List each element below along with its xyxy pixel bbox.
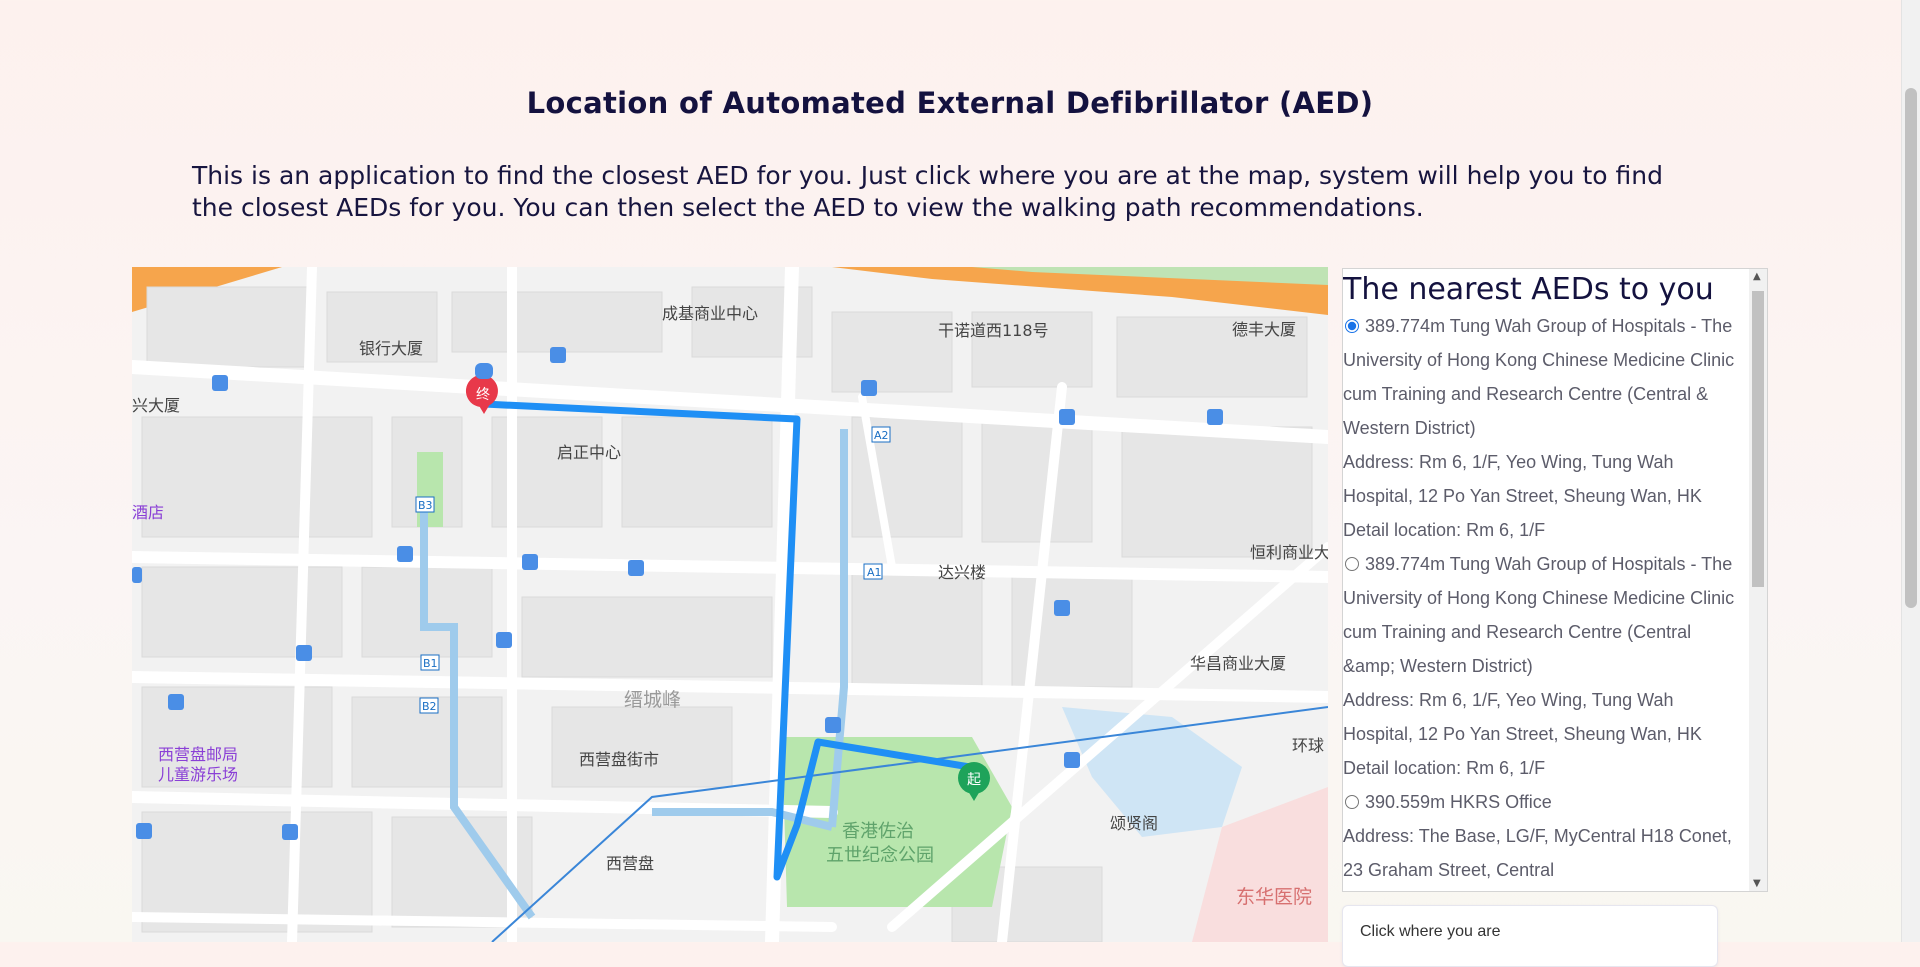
aed-list-item[interactable]: 389.774m Tung Wah Group of Hospitals - T… (1343, 309, 1747, 547)
aed-radio[interactable] (1345, 557, 1359, 571)
aed-address: Address: The Base, LG/F, MyCentral H18 C… (1343, 826, 1732, 880)
aed-list-item[interactable]: 389.774m Tung Wah Group of Hospitals - T… (1343, 547, 1747, 785)
svg-text:起: 起 (967, 772, 981, 788)
map-label: 成基商业中心 (662, 304, 758, 323)
map-label: 兴大厦 (132, 396, 180, 415)
panel-scrollbar-thumb[interactable] (1752, 291, 1764, 587)
map-label: 香港佐治 (842, 821, 914, 842)
page-scrollbar[interactable] (1901, 0, 1920, 942)
nearest-aed-panel[interactable]: The nearest AEDs to you 389.774m Tung Wa… (1342, 268, 1768, 892)
svg-text:A1: A1 (867, 566, 882, 579)
map-label: 干诺道西118号 (938, 321, 1049, 340)
aed-address: Address: Rm 6, 1/F, Yeo Wing, Tung Wah H… (1343, 690, 1702, 744)
aed-radio[interactable] (1345, 319, 1359, 333)
aed-title: 389.774m Tung Wah Group of Hospitals - T… (1343, 554, 1735, 676)
svg-text:B2: B2 (422, 700, 437, 713)
map-label: 启正中心 (557, 443, 621, 462)
aed-address: Address: Rm 6, 1/F, Yeo Wing, Tung Wah H… (1343, 452, 1702, 506)
map-label: 酒店 (132, 503, 164, 522)
svg-text:B1: B1 (423, 657, 438, 670)
aed-list[interactable]: The nearest AEDs to you 389.774m Tung Wa… (1343, 269, 1747, 887)
click-location-label: Click where you are (1360, 923, 1501, 940)
map-label: 西营盘 (606, 854, 654, 873)
map-label: 儿童游乐场 (158, 765, 238, 784)
aed-radio[interactable] (1345, 795, 1359, 809)
panel-scrollbar[interactable]: ▲ ▼ (1749, 269, 1767, 891)
aed-title: 390.559m HKRS Office (1365, 792, 1552, 812)
map-label: 银行大厦 (359, 339, 423, 358)
map-label: 颂贤阁 (1110, 814, 1158, 833)
svg-text:A2: A2 (874, 429, 889, 442)
map-label: 恒利商业大 (1250, 543, 1328, 562)
map-label: 缙城峰 (624, 689, 681, 711)
map-label: 西营盘邮局 (158, 745, 238, 764)
scroll-down-icon[interactable]: ▼ (1753, 878, 1761, 889)
aed-title: 389.774m Tung Wah Group of Hospitals - T… (1343, 316, 1735, 438)
aed-detail: Detail location: Rm 6, 1/F (1343, 758, 1546, 778)
svg-text:B3: B3 (418, 499, 433, 512)
map-label: 五世纪念公园 (826, 844, 934, 866)
page-title: Location of Automated External Defibrill… (526, 86, 1374, 120)
aed-list-item[interactable]: 390.559m HKRS Office Address: The Base, … (1343, 785, 1747, 887)
scroll-up-icon[interactable]: ▲ (1753, 271, 1761, 282)
page-description: This is an application to find the close… (192, 161, 1663, 222)
map-label: 德丰大厦 (1232, 320, 1296, 339)
click-location-box[interactable]: Click where you are (1342, 905, 1718, 967)
map-view[interactable]: 终 起 成基商业中心 干诺道西118号 德丰大厦 银行大厦 兴大厦 启正中心 酒… (132, 267, 1328, 942)
map-label: 达兴楼 (938, 563, 986, 582)
map-label: 华昌商业大厦 (1190, 654, 1286, 673)
map-canvas[interactable]: 终 起 成基商业中心 干诺道西118号 德丰大厦 银行大厦 兴大厦 启正中心 酒… (132, 267, 1328, 942)
map-label: 环球 (1292, 736, 1324, 755)
map-label: 西营盘街市 (579, 750, 659, 769)
page-scrollbar-thumb[interactable] (1905, 88, 1917, 608)
svg-text:终: 终 (476, 387, 490, 403)
aed-detail: Detail location: Rm 6, 1/F (1343, 520, 1546, 540)
map-label: 东华医院 (1236, 886, 1312, 908)
panel-heading: The nearest AEDs to you (1343, 272, 1714, 307)
